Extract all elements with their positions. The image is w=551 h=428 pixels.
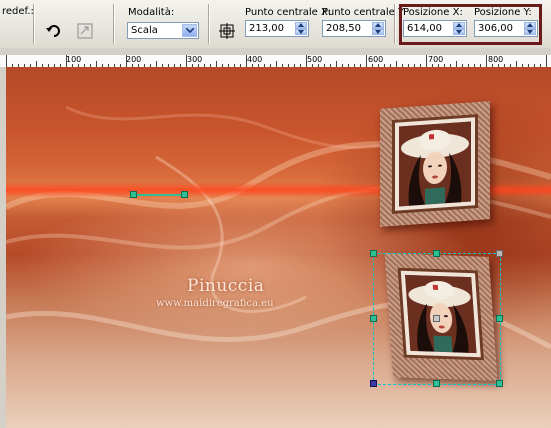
transform-handle-line <box>133 194 185 196</box>
tool-options-toolbar: redef.: Modalità: Scala Punto centrale X… <box>0 0 551 49</box>
punto-centrale-y-input[interactable]: 208,50 <box>322 20 386 37</box>
rotate-button[interactable] <box>43 20 65 42</box>
frame-inner-border <box>392 113 478 215</box>
reset-transform-button[interactable] <box>74 20 96 42</box>
ruler-tick <box>126 55 127 67</box>
woman-in-hat-image <box>399 121 471 207</box>
modalita-value: Scala <box>131 25 158 36</box>
corner-handle-bottom-left[interactable] <box>370 380 377 387</box>
ruler-label: 500 <box>307 55 323 64</box>
corner-handle-top-right[interactable] <box>496 250 503 257</box>
toolbar-separator <box>394 4 396 44</box>
spin-down-icon[interactable] <box>372 28 384 35</box>
watermark-url: www.maidiregrafica.eu <box>156 298 274 309</box>
portrait-photo <box>399 121 471 207</box>
modalita-label: Modalità: <box>128 7 175 18</box>
ruler-tick <box>186 55 187 67</box>
punto-centrale-x-input[interactable]: 213,00 <box>245 20 309 37</box>
ruler-label: 100 <box>66 55 82 64</box>
edge-handle-left[interactable] <box>370 315 377 322</box>
center-pivot-handle[interactable] <box>433 315 440 322</box>
corner-handle-bottom-right[interactable] <box>496 380 503 387</box>
chevron-down-icon[interactable] <box>182 24 197 37</box>
toolbar-separator <box>208 4 210 44</box>
image-canvas[interactable]: Pinuccia www.maidiregrafica.eu <box>6 67 551 428</box>
ruler-tick <box>66 55 67 67</box>
modalita-select[interactable]: Scala <box>127 22 199 39</box>
framed-portrait-top[interactable] <box>380 101 490 227</box>
toolbar-separator <box>33 4 35 44</box>
toolbar-gap <box>0 48 551 55</box>
ruler-label: 800 <box>488 55 504 64</box>
ruler-label: 600 <box>368 55 384 64</box>
punto-centrale-x-value: 213,00 <box>249 23 284 34</box>
ruler-label: 400 <box>247 55 263 64</box>
punto-centrale-x-label: Punto centrale X: <box>245 7 332 18</box>
transform-handle[interactable] <box>130 191 137 198</box>
edge-handle-right[interactable] <box>496 315 503 322</box>
reset-transform-icon <box>77 23 93 39</box>
transform-handle[interactable] <box>181 191 188 198</box>
ruler-label: 300 <box>187 55 203 64</box>
rotate-arrow-icon <box>46 25 60 37</box>
punto-centrale-y-value: 208,50 <box>326 23 361 34</box>
center-target-button[interactable] <box>216 20 238 42</box>
position-fields-highlight <box>399 4 542 45</box>
ruler-tick <box>366 55 367 67</box>
preset-label: redef.: <box>2 6 34 17</box>
corner-handle-top-left[interactable] <box>370 250 377 257</box>
edge-handle-top[interactable] <box>433 250 440 257</box>
ruler-tick <box>6 55 7 67</box>
toolbar-separator <box>113 4 115 44</box>
center-target-icon <box>219 23 235 39</box>
watermark-title: Pinuccia <box>187 276 265 296</box>
ruler-tick <box>306 55 307 67</box>
spin-down-icon[interactable] <box>295 28 307 35</box>
ruler-tick <box>546 55 547 67</box>
ruler-label: 700 <box>428 55 444 64</box>
ruler-tick <box>426 55 427 67</box>
spin-buttons <box>372 22 384 35</box>
ruler-tick <box>246 55 247 67</box>
spin-buttons <box>295 22 307 35</box>
ruler-label: 200 <box>126 55 142 64</box>
edge-handle-bottom[interactable] <box>433 380 440 387</box>
ruler-tick <box>486 55 487 67</box>
